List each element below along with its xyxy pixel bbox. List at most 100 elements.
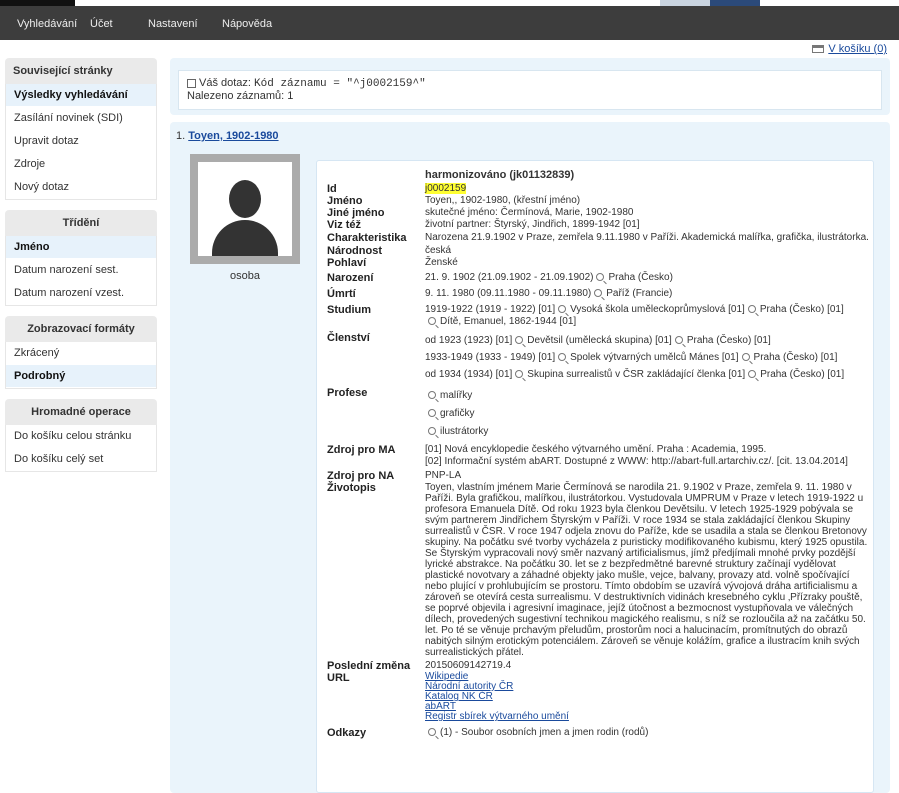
sidebar-item-sources[interactable]: Zdroje [6, 153, 156, 176]
label-membership: Členství [327, 332, 370, 344]
search-icon[interactable] [428, 391, 436, 400]
avatar-body [212, 220, 278, 256]
source-na-value: PNP-LA [425, 470, 462, 481]
bulk-item-page[interactable]: Do košíku celou stránku [6, 425, 156, 448]
cart-link[interactable]: V košíku (0) [828, 43, 887, 55]
birth-date: 21. 9. 1902 (21.09.1902 - 21.09.1902) [425, 272, 594, 283]
label-source-na: Zdroj pro NA [327, 470, 395, 482]
member-2-group[interactable]: Spolek výtvarných umělců Mánes [01] [570, 352, 738, 363]
bulk-ops-heading: Hromadné operace [5, 399, 157, 425]
nav-help[interactable]: Nápověda [222, 18, 272, 30]
sidebar-item-new-query[interactable]: Nový dotaz [6, 176, 156, 199]
study-teacher[interactable]: Dítě, Emanuel, 1862-1944 [01] [440, 316, 576, 327]
search-icon[interactable] [674, 336, 683, 345]
sort-item-name[interactable]: Jméno [6, 236, 156, 259]
nav-account[interactable]: Účet [90, 18, 113, 30]
label-links: Odkazy [327, 727, 367, 739]
search-icon[interactable] [515, 370, 524, 379]
format-item-short[interactable]: Zkrácený [6, 342, 156, 365]
profession-3[interactable]: ilustrátorky [440, 426, 488, 437]
other-name-value: skutečné jméno: Čermínová, Marie, 1902-1… [425, 207, 634, 218]
nav-settings[interactable]: Nastavení [148, 18, 198, 30]
source-ma-2: [02] Informační systém abART. Dostupné z… [425, 456, 848, 467]
search-icon[interactable] [428, 728, 436, 737]
avatar-head [229, 180, 261, 218]
label-source-ma: Zdroj pro MA [327, 444, 396, 456]
sort-item-birth-asc[interactable]: Datum narození vzest. [6, 282, 156, 305]
birth-place[interactable]: Praha (Česko) [608, 272, 672, 283]
label-bio: Životopis [327, 482, 376, 494]
nav-search[interactable]: Vyhledávání [17, 18, 77, 30]
label-characteristics: Charakteristika [327, 232, 407, 244]
member-2-years: 1933-1949 (1933 - 1949) [01] [425, 352, 556, 363]
sidebar-item-results[interactable]: Výsledky vyhledávání [6, 84, 156, 107]
search-icon[interactable] [428, 427, 436, 436]
links-value[interactable]: (1) - Soubor osobních jmen a jmen rodin … [440, 727, 648, 738]
search-icon[interactable] [594, 289, 603, 298]
search-icon[interactable] [428, 317, 436, 326]
profession-1[interactable]: malířky [440, 390, 472, 401]
result-title-link[interactable]: Toyen, 1902-1980 [188, 130, 278, 142]
label-gender: Pohlaví [327, 257, 367, 269]
death-place[interactable]: Paříž (Francie) [606, 288, 672, 299]
label-death: Úmrtí [327, 288, 356, 300]
search-icon[interactable] [558, 305, 567, 314]
study-school[interactable]: Vysoká škola uměleckoprůmyslová [01] [570, 304, 745, 315]
result-count: Nalezeno záznamů: 1 [187, 90, 294, 102]
study-years: 1919-1922 (1919 - 1922) [01] [425, 304, 556, 315]
query-box: Váš dotaz: Kód záznamu = "^j0002159^" Na… [178, 70, 882, 110]
death-date: 9. 11. 1980 (09.11.1980 - 09.11.1980) [425, 288, 592, 299]
member-3-years: od 1934 (1934) [01] [425, 369, 513, 380]
sidebar: Související stránky Výsledky vyhledávání… [5, 58, 157, 472]
profession-2[interactable]: grafičky [440, 408, 474, 419]
label-url: URL [327, 672, 350, 684]
formats-heading: Zobrazovací formáty [5, 316, 157, 342]
last-change-value: 20150609142719.4 [425, 660, 512, 671]
result-heading: 1. Toyen, 1902-1980 [176, 130, 279, 142]
result-panel: 1. Toyen, 1902-1980 osoba harmonizováno … [170, 122, 890, 793]
label-nationality: Národnost [327, 245, 382, 257]
label-see-also: Viz též [327, 219, 362, 231]
label-other-name: Jiné jméno [327, 207, 385, 219]
search-icon[interactable] [558, 353, 567, 362]
sort-item-birth-desc[interactable]: Datum narození sest. [6, 259, 156, 282]
search-icon[interactable] [428, 409, 436, 418]
member-1-place[interactable]: Praha (Česko) [01] [687, 335, 771, 346]
record-id: j0002159 [425, 183, 467, 194]
label-profession: Profese [327, 387, 368, 399]
source-ma-1: [01] Nová encyklopedie českého výtvarnéh… [425, 444, 767, 455]
basket-icon [812, 45, 825, 54]
member-3-place[interactable]: Praha (Česko) [01] [760, 369, 844, 380]
related-pages-heading: Související stránky [5, 58, 157, 84]
bulk-item-set[interactable]: Do košíku celý set [6, 448, 156, 471]
person-photo [190, 154, 300, 264]
search-icon[interactable] [515, 336, 524, 345]
member-3-group[interactable]: Skupina surrealistů v ČSR zakládající čl… [527, 369, 745, 380]
study-place[interactable]: Praha (Česko) [01] [760, 304, 844, 315]
sidebar-item-sdi[interactable]: Zasílání novinek (SDI) [6, 107, 156, 130]
bio-text: Toyen, vlastním jménem Marie Čermínová s… [425, 482, 868, 658]
sidebar-item-edit-query[interactable]: Upravit dotaz [6, 130, 156, 153]
rss-icon[interactable] [187, 78, 196, 88]
photo-label: osoba [230, 270, 260, 282]
record-card: harmonizováno (jk01132839) Id j0002159 Jm… [316, 160, 874, 793]
label-last-change: Poslední změna [327, 660, 411, 672]
member-1-years: od 1923 (1923) [01] [425, 335, 513, 346]
search-icon[interactable] [748, 370, 757, 379]
query-code: Kód záznamu = "^j0002159^" [254, 78, 426, 90]
main-nav: Vyhledávání Účet Nastavení Nápověda [0, 6, 899, 40]
member-2-place[interactable]: Praha (Česko) [01] [754, 352, 838, 363]
query-prefix: Váš dotaz: [199, 77, 251, 89]
url-registry[interactable]: Registr sbírek výtvarného umění [425, 711, 569, 722]
cart-link-wrap: V košíku (0) [812, 43, 887, 55]
search-icon[interactable] [747, 305, 756, 314]
sort-heading: Třídění [5, 210, 157, 236]
format-item-detailed[interactable]: Podrobný [6, 365, 156, 388]
gender-value: Ženské [425, 257, 458, 268]
search-icon[interactable] [596, 273, 605, 282]
member-1-group[interactable]: Devětsil (umělecká skupina) [01] [527, 335, 672, 346]
see-also-value[interactable]: životní partner: Štyrský, Jindřich, 1899… [425, 219, 872, 231]
label-birth: Narození [327, 272, 374, 284]
characteristics-value: Narozena 21.9.1902 v Praze, zemřela 9.11… [425, 232, 869, 243]
search-icon[interactable] [741, 353, 750, 362]
